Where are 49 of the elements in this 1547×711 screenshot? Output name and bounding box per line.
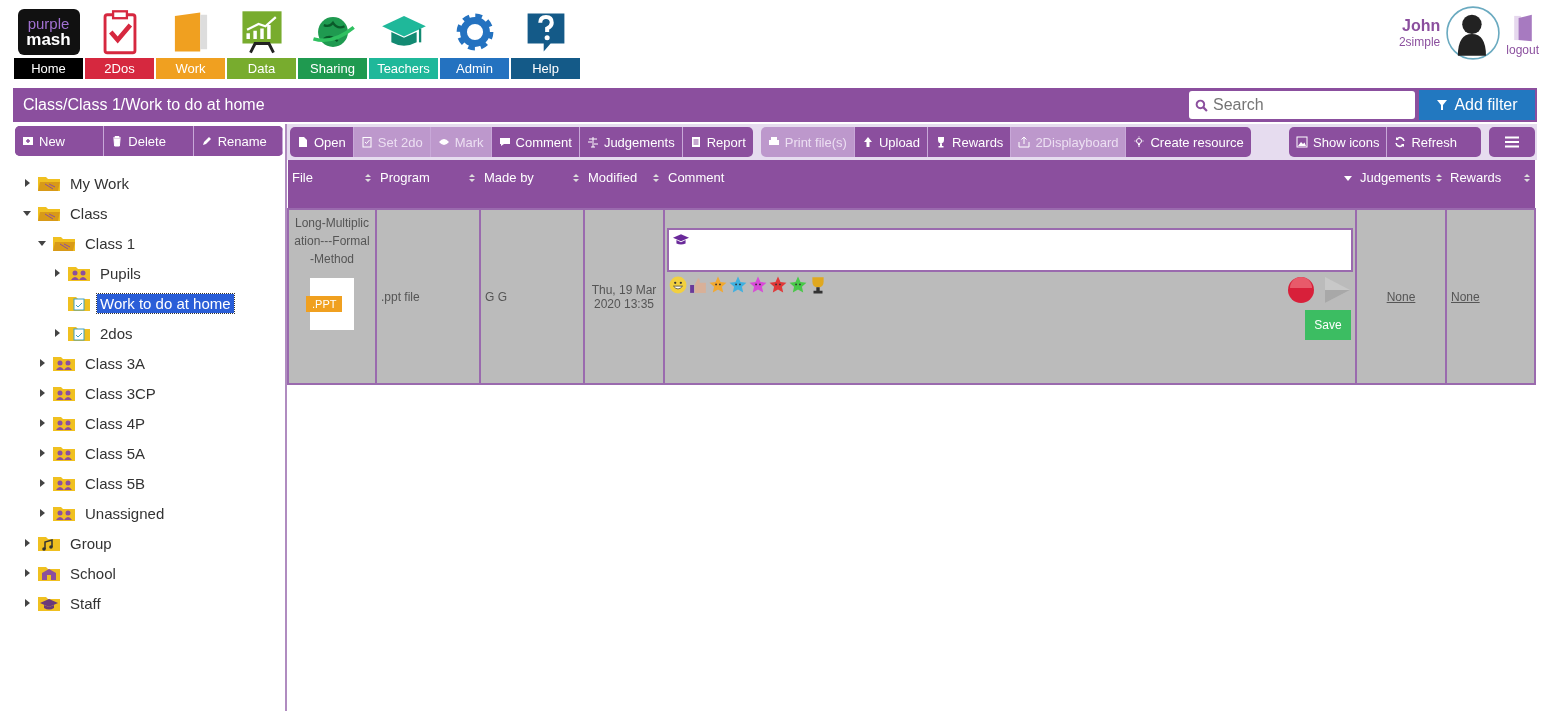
judgements-link[interactable]: None xyxy=(1386,289,1416,304)
folder-path: Class/Class 1/Work to do at home xyxy=(23,96,266,114)
add-filter-button[interactable]: Add filter xyxy=(1419,90,1535,120)
nav-tab[interactable]: Admin xyxy=(440,58,509,79)
tree-item[interactable]: My Work xyxy=(67,173,132,193)
tree-item[interactable]: Staff xyxy=(67,593,104,613)
toolbar-button[interactable]: Rewards xyxy=(928,127,1012,157)
column-header[interactable]: Program xyxy=(380,170,430,185)
tree-item[interactable]: Pupils xyxy=(97,263,144,283)
toolbar-button[interactable]: Create resource xyxy=(1126,127,1251,157)
column-header[interactable]: Rewards xyxy=(1450,170,1502,185)
tree-item[interactable]: Class 3A xyxy=(82,353,149,373)
nav-tab[interactable]: Home xyxy=(14,58,83,79)
toolbar-button[interactable]: Open xyxy=(290,127,354,157)
toolbar-button[interactable]: Comment xyxy=(491,127,580,157)
toolbar-button[interactable]: Judgements xyxy=(579,127,683,157)
tree-item[interactable]: Group xyxy=(67,533,115,553)
tree-item[interactable]: Class 4P xyxy=(82,413,149,433)
organisation-name: 2simple xyxy=(1398,35,1441,49)
tree-item[interactable]: Class 5B xyxy=(82,473,149,493)
toolbar-button[interactable]: New xyxy=(15,126,105,156)
column-header[interactable]: Comment xyxy=(668,170,725,185)
nav-tab[interactable]: 2Dos xyxy=(85,58,154,79)
search-field[interactable]: Search xyxy=(1189,91,1415,119)
nav-tab[interactable]: Help xyxy=(511,58,580,79)
column-header[interactable]: Modified xyxy=(588,170,638,185)
tree-item[interactable]: Work to do at home xyxy=(97,293,234,313)
toolbar-button[interactable]: Upload xyxy=(854,127,929,157)
mash-logo[interactable]: purple mash xyxy=(17,9,80,55)
user-name: John xyxy=(1402,17,1441,35)
tree-item[interactable]: Class xyxy=(67,203,111,223)
column-header[interactable]: Made by xyxy=(484,170,534,185)
toolbar-button[interactable]: Refresh xyxy=(1387,127,1481,157)
column-header[interactable]: File xyxy=(292,170,313,185)
toolbar-button[interactable]: Report xyxy=(682,127,753,157)
tree-item[interactable]: Class 5A xyxy=(82,443,149,463)
tree-item[interactable]: Class 3CP xyxy=(82,383,159,403)
logout-link[interactable]: logout xyxy=(1506,43,1539,57)
table-cell: G G xyxy=(485,289,507,304)
nav-tab[interactable]: Sharing xyxy=(298,58,367,79)
tree-item[interactable]: Class 1 xyxy=(82,233,139,253)
tree-item[interactable]: Unassigned xyxy=(82,503,168,523)
rewards-link[interactable]: None xyxy=(1451,289,1480,304)
table-cell: Thu, 19 Mar 2020 13:35 xyxy=(591,282,657,311)
tree-item[interactable]: School xyxy=(67,563,119,583)
table-cell: .ppt file xyxy=(381,289,420,304)
toolbar-button[interactable]: Show icons xyxy=(1289,127,1388,157)
file-name[interactable]: Long-Multiplication---Formal-Method xyxy=(293,214,371,268)
tree-item[interactable]: 2dos xyxy=(97,323,136,343)
